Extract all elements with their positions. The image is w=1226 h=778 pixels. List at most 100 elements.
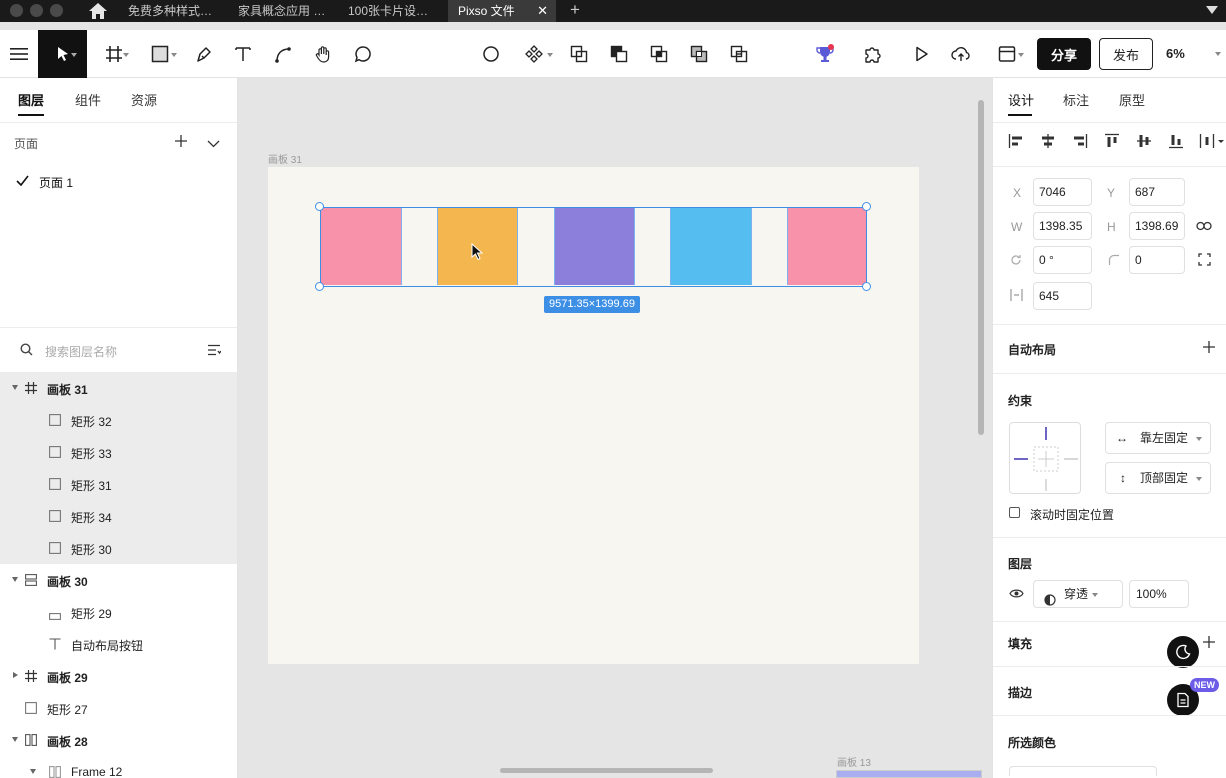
ellipse-mask-button[interactable] [476,30,506,78]
resize-handle-top-right[interactable] [862,202,871,211]
horizontal-constraint-select[interactable]: ↔ 靠左固定 [1105,422,1211,454]
rectangle-pink-1[interactable] [321,208,401,285]
distribute-icon[interactable] [1199,133,1226,152]
resize-handle-bottom-left[interactable] [315,282,324,291]
zoom-chevron-down-icon[interactable] [1215,52,1221,56]
selected-auto-layout-row[interactable] [320,207,867,287]
expand-caret-icon[interactable] [12,737,18,742]
fix-on-scroll-checkbox[interactable] [1009,507,1020,518]
layer-row-rect-29[interactable]: 矩形 29 [0,596,237,628]
publish-button[interactable]: 发布 [1099,38,1153,70]
flatten-button[interactable] [724,30,754,78]
component-button[interactable] [516,30,553,78]
rotation-input[interactable]: 0 ° [1033,246,1092,274]
tab-prototype[interactable]: 原型 [1119,90,1145,109]
tab-assets[interactable]: 资源 [131,90,157,109]
collapse-pages-chevron-icon[interactable] [207,137,220,151]
zoom-level[interactable]: 6% [1166,46,1185,61]
tab-components[interactable]: 组件 [75,90,101,109]
expand-caret-icon[interactable] [30,769,36,774]
align-horizontal-center-icon[interactable] [1040,133,1056,152]
exclude-button[interactable] [684,30,714,78]
eye-visibility-icon[interactable] [1009,588,1024,602]
expand-caret-icon[interactable] [12,385,18,390]
plugin-trophy-button[interactable] [810,30,840,78]
text-tool-button[interactable] [228,30,258,78]
comment-tool-button[interactable] [348,30,378,78]
window-zoom-dot[interactable] [50,4,63,17]
intersect-button[interactable] [644,30,674,78]
vertical-scrollbar[interactable] [978,100,984,435]
move-tool-button[interactable] [38,30,87,78]
tab-close-icon[interactable]: ✕ [537,0,548,22]
layout-view-button[interactable] [988,30,1026,78]
pen-tool-button[interactable] [188,30,218,78]
add-auto-layout-plus-icon[interactable] [1202,340,1216,357]
present-button[interactable] [906,30,936,78]
layer-row-rect-27[interactable]: 矩形 27 [0,692,237,724]
rectangle-blue[interactable] [671,208,751,285]
width-input[interactable]: 1398.35 [1033,212,1092,240]
constraints-widget[interactable] [1009,422,1081,494]
hand-tool-button[interactable] [308,30,338,78]
resize-handle-top-left[interactable] [315,202,324,211]
layer-row-rect-32[interactable]: 矩形 32 [0,404,237,436]
dark-mode-toggle-button[interactable] [1167,636,1199,668]
share-button[interactable]: 分享 [1037,38,1091,70]
frame-13-label[interactable]: 画板 13 [837,754,871,769]
tab-free-styles[interactable]: 免费多种样式… [118,0,226,22]
vertical-constraint-select[interactable]: ↕ 顶部固定 [1105,462,1211,494]
tab-card-designs[interactable]: 100张卡片设… [338,0,436,22]
layer-search-input[interactable]: 搜索图层名称 [45,343,117,360]
upload-button[interactable] [946,30,976,78]
layer-row-frame-28[interactable]: 画板 28 [0,724,237,756]
align-left-icon[interactable] [1008,133,1024,152]
layer-row-frame-29[interactable]: 画板 29 [0,660,237,692]
horizontal-scrollbar[interactable] [500,768,713,773]
layer-row-frame-30[interactable]: 画板 30 [0,564,237,596]
tab-menu-caret-icon[interactable] [1206,6,1218,14]
main-menu-button[interactable] [0,30,38,78]
connector-tool-button[interactable] [268,30,298,78]
align-top-icon[interactable] [1104,133,1120,152]
filter-icon[interactable] [207,344,222,359]
layer-row-rect-33[interactable]: 矩形 33 [0,436,237,468]
layer-row-rect-34[interactable]: 矩形 34 [0,500,237,532]
selected-color-row[interactable] [1009,766,1157,776]
page-item-1[interactable]: 页面 1 [39,174,73,191]
tab-design[interactable]: 设计 [1008,90,1034,109]
tab-pixso-file[interactable]: Pixso 文件 ✕ [448,0,556,22]
tab-layers[interactable]: 图层 [18,90,44,109]
design-canvas[interactable]: 画板 31 9571.35×1399.69 画板 13 [238,78,992,778]
layer-row-frame-12[interactable]: Frame 12 [0,756,237,778]
layer-row-rect-31[interactable]: 矩形 31 [0,468,237,500]
window-close-dot[interactable] [10,4,23,17]
resize-handle-bottom-right[interactable] [862,282,871,291]
frame-name-label[interactable]: 画板 31 [268,151,302,166]
y-position-input[interactable]: 687 [1129,178,1185,206]
corner-radius-input[interactable]: 0 [1129,246,1185,274]
subtract-button[interactable] [604,30,634,78]
collapsed-caret-icon[interactable] [13,672,18,678]
align-vertical-center-icon[interactable] [1136,133,1152,152]
height-input[interactable]: 1398.69 [1129,212,1185,240]
add-fill-plus-icon[interactable] [1202,635,1216,652]
union-button[interactable] [564,30,594,78]
window-minimize-dot[interactable] [30,4,43,17]
shape-tool-button[interactable] [142,30,178,78]
artboard-frame-13[interactable] [836,770,982,778]
new-tab-button[interactable]: + [570,0,580,20]
independent-corners-icon[interactable] [1198,253,1211,269]
frame-tool-button[interactable] [96,30,132,78]
plugins-button[interactable] [858,30,888,78]
tab-inspect[interactable]: 标注 [1063,90,1089,109]
rectangle-purple[interactable] [555,208,634,285]
add-page-plus-icon[interactable] [174,134,188,151]
layer-row-rect-30[interactable]: 矩形 30 [0,532,237,564]
layer-row-auto-layout-button[interactable]: 自动布局按钮 [0,628,237,660]
align-bottom-icon[interactable] [1168,133,1184,152]
opacity-input[interactable]: 100% [1129,580,1189,608]
layer-row-frame-31[interactable]: 画板 31 [0,372,237,404]
blend-mode-select[interactable]: 穿透 [1033,580,1123,608]
x-position-input[interactable]: 7046 [1033,178,1092,206]
